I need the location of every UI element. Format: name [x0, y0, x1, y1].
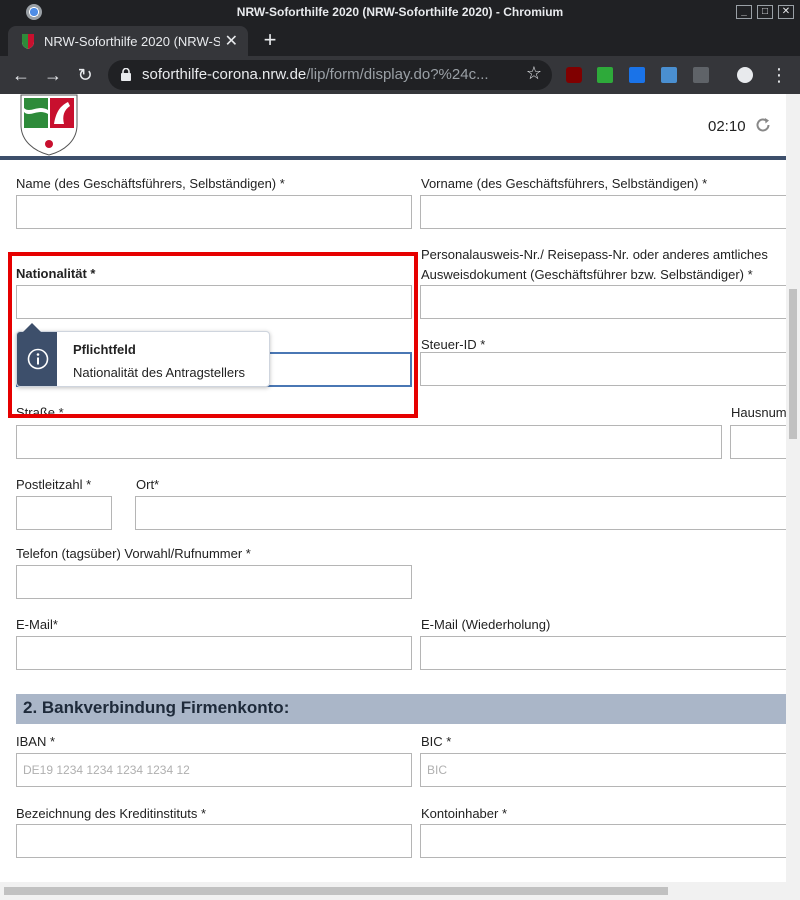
- strasse-input[interactable]: [16, 425, 722, 459]
- header-divider: [0, 156, 786, 160]
- refresh-icon[interactable]: [754, 116, 772, 134]
- name-label: Name (des Geschäftsführers, Selbständige…: [16, 176, 285, 191]
- tab-close-icon[interactable]: ✕: [225, 31, 238, 51]
- ausweis-input[interactable]: [420, 285, 786, 319]
- name-input[interactable]: [16, 195, 412, 229]
- kreditinstitut-input[interactable]: [16, 824, 412, 858]
- forward-button[interactable]: →: [42, 64, 64, 86]
- tooltip-caret: [23, 323, 41, 332]
- email-label: E-Mail*: [16, 617, 58, 632]
- page-content: 02:10 Name (des Geschäftsführers, Selbst…: [0, 94, 786, 900]
- bookmark-star-icon[interactable]: ☆: [526, 63, 542, 84]
- horizontal-scroll-thumb[interactable]: [4, 887, 668, 895]
- ort-input[interactable]: [135, 496, 786, 530]
- window-titlebar: NRW-Soforthilfe 2020 (NRW-Soforthilfe 20…: [0, 0, 800, 24]
- tab-nrw-soforthilfe[interactable]: NRW-Soforthilfe 2020 (NRW-Soforthilfe 20…: [8, 26, 248, 56]
- bic-input[interactable]: BIC: [420, 753, 786, 787]
- nrw-coat-of-arms-logo: [20, 94, 78, 156]
- hausnummer-label: Hausnum: [731, 405, 786, 420]
- kontoinhaber-label: Kontoinhaber *: [421, 806, 508, 821]
- plz-input[interactable]: [16, 496, 112, 530]
- new-tab-button[interactable]: +: [258, 29, 282, 53]
- vorname-label: Vorname (des Geschäftsführers, Selbständ…: [421, 176, 708, 191]
- puzzle-ext-icon[interactable]: [693, 67, 709, 83]
- nrw-favicon-icon: [22, 34, 34, 49]
- tooltip-title: Pflichtfeld: [73, 342, 136, 357]
- url-text: soforthilfe-corona.nrw.de/lip/form/displ…: [142, 66, 514, 83]
- info-icon: [27, 348, 49, 370]
- tab-strip: NRW-Soforthilfe 2020 (NRW-Soforthilfe 20…: [0, 24, 800, 56]
- ausweis-label-line2: Ausweisdokument (Geschäftsführer bzw. Se…: [421, 267, 753, 282]
- telefon-input[interactable]: [16, 565, 412, 599]
- kontoinhaber-input[interactable]: [420, 824, 786, 858]
- s-ext-icon[interactable]: [629, 67, 645, 83]
- vertical-scroll-thumb[interactable]: [789, 289, 797, 439]
- maximize-button[interactable]: □: [757, 5, 773, 19]
- required-field-tooltip: Pflichtfeld Nationalität des Antragstell…: [16, 323, 270, 387]
- iban-label: IBAN *: [16, 734, 56, 749]
- reload-button[interactable]: ↻: [74, 64, 96, 86]
- hausnummer-input[interactable]: [730, 425, 786, 459]
- url-host: soforthilfe-corona.nrw.de: [142, 66, 307, 83]
- page-header: 02:10: [0, 94, 786, 160]
- plz-label: Postleitzahl *: [16, 477, 92, 492]
- ausweis-label-line1: Personalausweis-Nr./ Reisepass-Nr. oder …: [421, 247, 768, 262]
- bank-section-header: 2. Bankverbindung Firmenkonto:: [16, 694, 786, 724]
- tab-title: NRW-Soforthilfe 2020 (NRW-Soforthilfe 20…: [44, 34, 220, 49]
- close-window-button[interactable]: ✕: [778, 5, 794, 19]
- tooltip-icon-column: [17, 332, 57, 386]
- vorname-input[interactable]: [420, 195, 786, 229]
- bank-section-title: 2. Bankverbindung Firmenkonto:: [23, 698, 290, 717]
- horizontal-scrollbar[interactable]: [0, 882, 786, 900]
- email-repeat-input[interactable]: [420, 636, 786, 670]
- menu-button[interactable]: ⋮: [768, 64, 790, 86]
- session-timer: 02:10: [708, 118, 746, 135]
- browser-toolbar: ← → ↻ soforthilfe-corona.nrw.de/lip/form…: [0, 56, 800, 94]
- account-icon[interactable]: [737, 67, 753, 83]
- kreditinstitut-label: Bezeichnung des Kreditinstituts *: [16, 806, 207, 821]
- bic-label: BIC *: [421, 734, 452, 749]
- vertical-scrollbar[interactable]: [786, 94, 800, 900]
- ort-label: Ort*: [136, 477, 160, 492]
- address-bar[interactable]: soforthilfe-corona.nrw.de/lip/form/displ…: [108, 60, 552, 90]
- back-button[interactable]: ←: [10, 64, 32, 86]
- window-title: NRW-Soforthilfe 2020 (NRW-Soforthilfe 20…: [236, 5, 564, 19]
- email-repeat-label: E-Mail (Wiederholung): [421, 617, 551, 632]
- iban-input[interactable]: DE19 1234 1234 1234 1234 12: [16, 753, 412, 787]
- green-ext-icon[interactable]: [597, 67, 613, 83]
- minimize-button[interactable]: _: [736, 5, 752, 19]
- email-input[interactable]: [16, 636, 412, 670]
- telefon-label: Telefon (tagsüber) Vorwahl/Rufnummer *: [16, 546, 251, 561]
- steuer-id-input[interactable]: [420, 352, 786, 386]
- ublock-icon[interactable]: [566, 67, 582, 83]
- lock-icon: [121, 68, 131, 81]
- tooltip-text: Nationalität des Antragstellers: [73, 365, 245, 380]
- screenshot-ext-icon[interactable]: [661, 67, 677, 83]
- url-path: /lip/form/display.do?%24c...: [306, 66, 489, 83]
